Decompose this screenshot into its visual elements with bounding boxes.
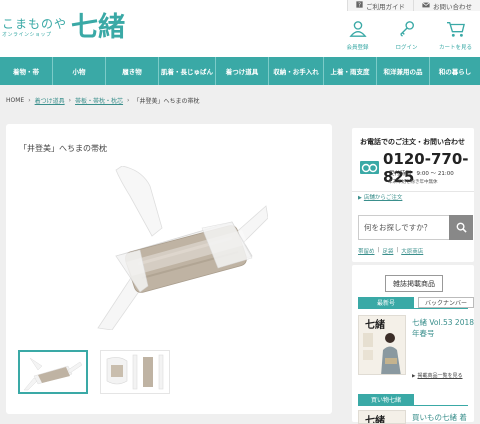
search-placeholder: 何をお探しですか？ [364,223,432,232]
category-footwear[interactable]: 履き物 [106,57,159,85]
magazine-tabs: 最新号 バックナンバー [358,297,474,308]
question-icon: ? [356,1,363,10]
search-icon [456,218,467,237]
tab-latest-issue[interactable]: 最新号 [358,297,414,308]
category-nav: 着物・帯 小物 履き物 肌着・長じゅばん 着つけ道具 収納・お手入れ 上着・雨支… [0,57,480,85]
breadcrumb-home[interactable]: HOME [6,97,24,104]
breadcrumb: HOME › 着つけ道具 › 帯板・帯枕・枕芯 › 「井登美」へちまの帯枕 [6,96,199,105]
mail-icon [422,1,430,10]
tag-tabi[interactable]: 足袋 [382,247,393,255]
product-card: 「井登美」へちまの帯枕 [6,124,332,414]
product-main-image[interactable] [82,165,269,331]
breadcrumb-obi-board[interactable]: 帯板・帯枕・枕芯 [75,96,123,105]
divider [352,191,474,192]
register-button[interactable]: 会員登録 [333,15,382,51]
business-hours-note: 年末年始を除き年中無休 [388,180,438,185]
magazine-cover-image[interactable]: 七緒 [358,315,406,375]
chevron-right-icon: › [28,97,31,104]
logo-sub-text: オンラインショップ [2,32,52,38]
account-nav: 会員登録 ログイン カートを見る [333,15,480,51]
cart-icon [446,15,466,43]
divider [358,308,468,309]
shopping-title[interactable]: 買いもの七緒 着 [412,412,467,423]
tag-separator: | [377,247,380,253]
login-label: ログイン [395,45,418,51]
tag-ohara-shoten[interactable]: 大原商店 [401,247,423,255]
category-dual-use[interactable]: 和洋兼用の品 [377,57,430,85]
guide-link[interactable]: ? ご利用ガイド [347,0,413,11]
featured-items-label: 掲載商品一覧を見る [417,373,463,379]
breadcrumb-dressing-tools[interactable]: 着つけ道具 [35,96,65,105]
cart-label: カートを見る [438,45,472,51]
member-icon [348,15,367,43]
popular-tags: 帯留め | 足袋 | 大原商店 [358,247,423,255]
store-order-label: 店舗からご注文 [363,195,403,201]
tag-separator: | [396,247,399,253]
login-button[interactable]: ログイン [382,15,431,51]
store-order-link[interactable]: ▶ 店舗からご注文 [358,193,402,201]
magazine-heading: 雑誌掲載商品 [385,275,443,292]
cover-kanji-text: 七緒 [365,318,385,331]
logo-kanji: 七緒 [71,12,126,43]
product-thumbnail-1[interactable] [18,350,88,394]
search-card: 何をお探しですか？ 帯留め | 足袋 | 大原商店 [352,207,474,262]
chevron-right-icon: ▶ [358,195,362,201]
chevron-right-icon: › [68,97,72,104]
category-japanese-living[interactable]: 和の暮らし [430,57,480,85]
tab-shopping-nanao[interactable]: 買い物七緒 [358,394,414,405]
category-outerwear-rain[interactable]: 上着・雨支度 [324,57,377,85]
category-storage-care[interactable]: 収納・お手入れ [269,57,324,85]
breadcrumb-current: 「井登美」へちまの帯枕 [133,98,200,105]
chevron-right-icon: ▶ [412,374,416,379]
product-title: 「井登美」へちまの帯枕 [19,144,107,153]
category-dressing-tools[interactable]: 着つけ道具 [216,57,269,85]
cart-button[interactable]: カートを見る [431,15,480,51]
divider [358,405,468,406]
category-kimono-obi[interactable]: 着物・帯 [0,57,53,85]
category-komono[interactable]: 小物 [53,57,106,85]
cover-kanji-text: 七緒 [365,414,385,424]
search-input[interactable]: 何をお探しですか？ [358,215,450,240]
site-logo[interactable]: こまものや オンラインショップ 七緒 [2,14,125,42]
svg-text:?: ? [358,3,361,8]
contact-link-label: お問い合わせ [433,2,472,11]
product-thumbnail-2[interactable] [100,350,170,394]
contact-link[interactable]: お問い合わせ [413,0,480,11]
magazine-card: 雑誌掲載商品 最新号 バックナンバー 七緒 七緒 Vol.53 2018 年春号… [352,265,474,424]
key-icon [398,15,416,43]
search-button[interactable] [449,215,473,240]
tab-back-number[interactable]: バックナンバー [418,297,474,308]
logo-text: こまものや オンラインショップ [2,17,67,39]
category-underwear[interactable]: 肌着・長じゅばん [159,57,216,85]
site-header: こまものや オンラインショップ 七緒 ? ご利用ガイド お問い合わせ 会員登録 … [0,0,480,57]
register-label: 会員登録 [346,45,369,51]
chevron-right-icon: › [127,97,130,104]
utility-nav: ? ご利用ガイド お問い合わせ [347,0,480,11]
magazine-title[interactable]: 七緒 Vol.53 2018 年春号 [412,317,474,339]
contact-title: お電話でのご注文・お問い合わせ [360,138,465,146]
logo-main-text: こまものや [2,17,68,31]
business-hours: 受付時間 9:00 ～ 21:00 [389,171,454,177]
tag-obidome[interactable]: 帯留め [358,247,375,255]
featured-items-link[interactable]: ▶ 掲載商品一覧を見る [412,372,462,379]
free-dial-icon [360,159,379,178]
guide-link-label: ご利用ガイド [366,2,405,11]
